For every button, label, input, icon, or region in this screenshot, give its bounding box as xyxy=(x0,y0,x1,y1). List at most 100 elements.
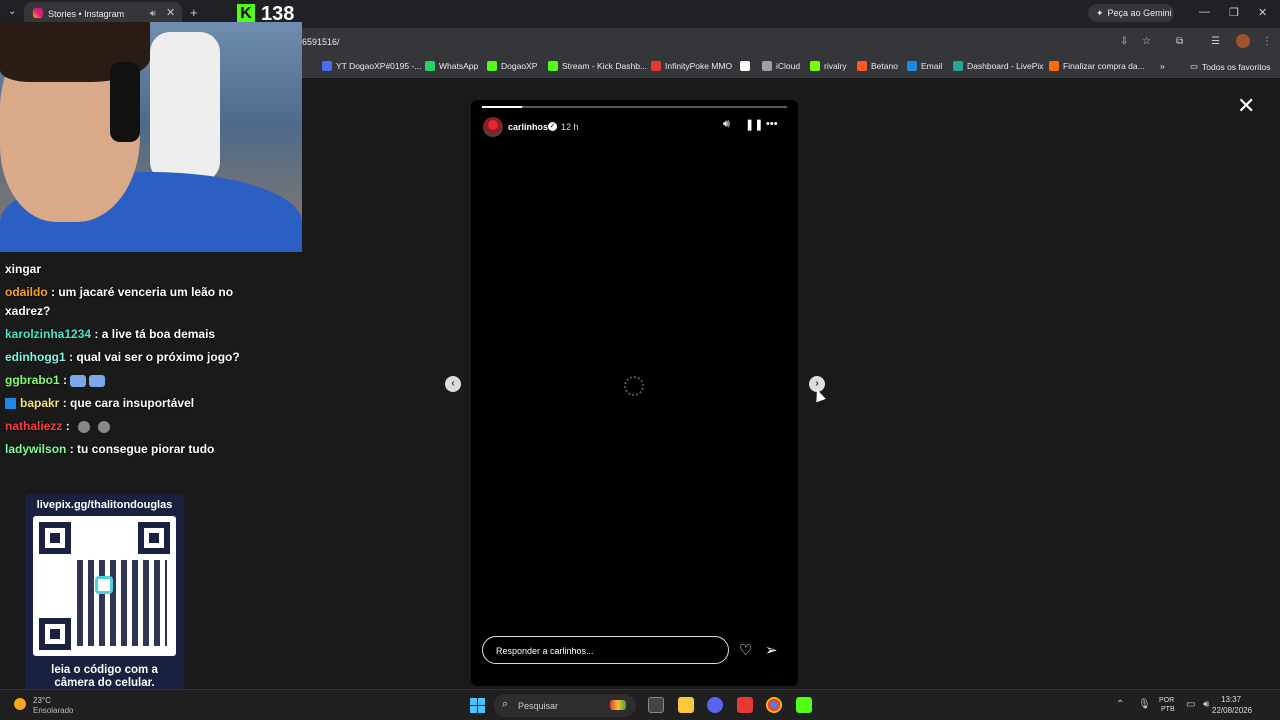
bookmark-item[interactable]: Dashboard - LivePix xyxy=(953,61,1044,71)
chat-username[interactable]: karolzinha1234 xyxy=(5,327,91,341)
chat-username[interactable]: edinhogg1 xyxy=(5,350,66,364)
weather-desc[interactable]: Ensolarado xyxy=(33,706,73,715)
discord-icon[interactable] xyxy=(707,697,723,713)
reply-input[interactable]: Responder a carlinhos... xyxy=(482,636,729,664)
minimize-button[interactable]: — xyxy=(1199,6,1210,18)
chat-emote-icon xyxy=(89,374,106,387)
language-line1[interactable]: POR xyxy=(1159,697,1174,704)
pause-icon[interactable]: ❚❚ xyxy=(745,118,763,131)
heart-icon[interactable]: ♡ xyxy=(739,641,752,659)
chat-text: : que cara insuportável xyxy=(62,396,195,410)
bookmark-item[interactable]: DogaoXP xyxy=(487,61,537,71)
network-icon[interactable]: ▭ xyxy=(1186,699,1195,710)
webcam-feed xyxy=(0,22,302,252)
kick-icon xyxy=(487,61,497,71)
chat-text: : xyxy=(63,373,68,387)
chat-emote-icon xyxy=(77,420,90,433)
bookmark-label: InfinityPoke MMO xyxy=(665,61,733,71)
livepix-logo-icon xyxy=(95,576,113,594)
app-icon[interactable] xyxy=(737,697,753,713)
chat-username[interactable]: nathaliezz xyxy=(5,419,62,433)
maximize-button[interactable]: ❐ xyxy=(1229,6,1239,19)
chat-message: bapakr : que cara insuportável xyxy=(5,396,194,410)
bookmark-label: Email xyxy=(921,61,943,71)
url-text[interactable]: 6591516/ xyxy=(302,37,340,47)
bookmark-item[interactable]: InfinityPoke MMO xyxy=(651,61,732,71)
story-username[interactable]: carlinhos xyxy=(508,122,548,132)
reply-placeholder: Responder a carlinhos... xyxy=(496,646,594,656)
story-time: 12 h xyxy=(561,122,579,132)
webcam-headset xyxy=(110,62,140,142)
chat-text: : tu consegue piorar tudo xyxy=(69,442,215,456)
kick-app-icon[interactable] xyxy=(796,697,812,713)
bookmark-label: Finalizar compra da... xyxy=(1063,61,1145,71)
new-tab-button[interactable]: + xyxy=(190,5,198,20)
file-explorer-icon[interactable] xyxy=(678,697,694,713)
all-favorites-button[interactable]: ▭ Todos os favoritos xyxy=(1190,61,1271,72)
clock-date[interactable]: 22/08/2026 xyxy=(1212,706,1252,715)
window-close-button[interactable]: ✕ xyxy=(1258,6,1267,19)
close-story-icon[interactable]: ✕ xyxy=(1237,93,1255,119)
bookmark-item[interactable]: WhatsApp xyxy=(425,61,478,71)
bookmark-item[interactable]: Finalizar compra da... xyxy=(1049,61,1145,71)
livepix-qr-panel: livepix.gg/thalitondouglas leia o código… xyxy=(25,494,184,696)
weather-sun-icon[interactable] xyxy=(14,698,26,710)
menu-icon[interactable]: ⋮ xyxy=(1262,36,1272,47)
bookmark-item[interactable]: Email xyxy=(907,61,942,71)
chat-message: ggbrabo1 : xyxy=(5,373,106,387)
bookmark-item[interactable]: Betano xyxy=(857,61,898,71)
tab-audio-icon[interactable]: 🔊︎ xyxy=(150,8,156,19)
language-line2[interactable]: PTB xyxy=(1161,706,1175,713)
bookmark-item[interactable]: Stream - Kick Dashb... xyxy=(548,61,647,71)
microphone-icon[interactable]: 🎙︎ xyxy=(1138,699,1151,710)
bookmark-label: rivalry xyxy=(824,61,847,71)
loading-spinner-icon xyxy=(624,376,644,396)
chat-message: odaildo : um jacaré venceria um leão no xyxy=(5,285,233,299)
clock-time[interactable]: 13:37 xyxy=(1221,695,1241,704)
tab-close-icon[interactable]: ✕ xyxy=(166,6,175,19)
reading-list-icon[interactable]: ☰ xyxy=(1211,36,1220,47)
task-view-icon[interactable] xyxy=(648,697,664,713)
tab-search-icon[interactable]: ⌄ xyxy=(8,6,16,17)
more-bookmarks-icon[interactable]: » xyxy=(1160,61,1165,71)
qr-finder xyxy=(39,522,71,554)
tray-overflow-icon[interactable]: ⌃ xyxy=(1116,699,1124,710)
bookmark-item[interactable] xyxy=(740,61,754,71)
bookmark-label: DogaoXP xyxy=(501,61,538,71)
qr-finder xyxy=(39,618,71,650)
chat-message: xingar xyxy=(5,262,41,276)
extensions-icon[interactable]: ⧉ xyxy=(1176,36,1183,47)
profile-avatar[interactable] xyxy=(1236,34,1250,48)
verified-badge-icon: ✓ xyxy=(548,122,557,131)
chat-text: : qual vai ser o próximo jogo? xyxy=(69,350,240,364)
install-app-icon[interactable]: ⇩ xyxy=(1120,36,1128,47)
bookmark-item[interactable]: YT DogaoXP#0195 -... xyxy=(322,61,421,71)
story-card[interactable]: carlinhos ✓ 12 h 🔊︎ ❚❚ ••• Responder a c… xyxy=(471,100,798,686)
start-button[interactable] xyxy=(470,698,485,713)
story-avatar[interactable] xyxy=(483,117,503,137)
weather-temp[interactable]: 23°C xyxy=(33,696,51,705)
previous-story-button[interactable]: ‹ xyxy=(445,376,461,392)
gemini-button[interactable]: ✦ Peça ao Gemini xyxy=(1088,4,1174,22)
chat-message: karolzinha1234 : a live tá boa demais xyxy=(5,327,215,341)
bookmark-item[interactable]: rivalry xyxy=(810,61,847,71)
chat-username[interactable]: bapakr xyxy=(20,396,59,410)
mouse-cursor xyxy=(812,387,826,403)
mute-icon[interactable]: 🔊︎ xyxy=(723,118,730,131)
bookmark-label: iCloud xyxy=(776,61,801,71)
chrome-icon[interactable] xyxy=(766,697,782,713)
pokeball-icon xyxy=(651,61,661,71)
chat-text: : xyxy=(65,419,70,433)
bookmark-star-icon[interactable]: ☆ xyxy=(1142,36,1151,47)
bookmark-item[interactable]: iCloud xyxy=(762,61,800,71)
whatsapp-icon xyxy=(425,61,435,71)
betano-icon xyxy=(857,61,867,71)
send-icon[interactable]: ➢ xyxy=(765,641,778,659)
chat-username[interactable]: ggbrabo1 xyxy=(5,373,60,387)
chat-username[interactable]: odaildo xyxy=(5,285,48,299)
volume-icon[interactable]: 🔊︎ xyxy=(1203,699,1209,710)
chat-text: xadrez? xyxy=(5,304,51,318)
more-options-icon[interactable]: ••• xyxy=(766,118,778,130)
chat-text: : um jacaré venceria um leão no xyxy=(51,285,234,299)
chat-username[interactable]: ladywilson xyxy=(5,442,66,456)
